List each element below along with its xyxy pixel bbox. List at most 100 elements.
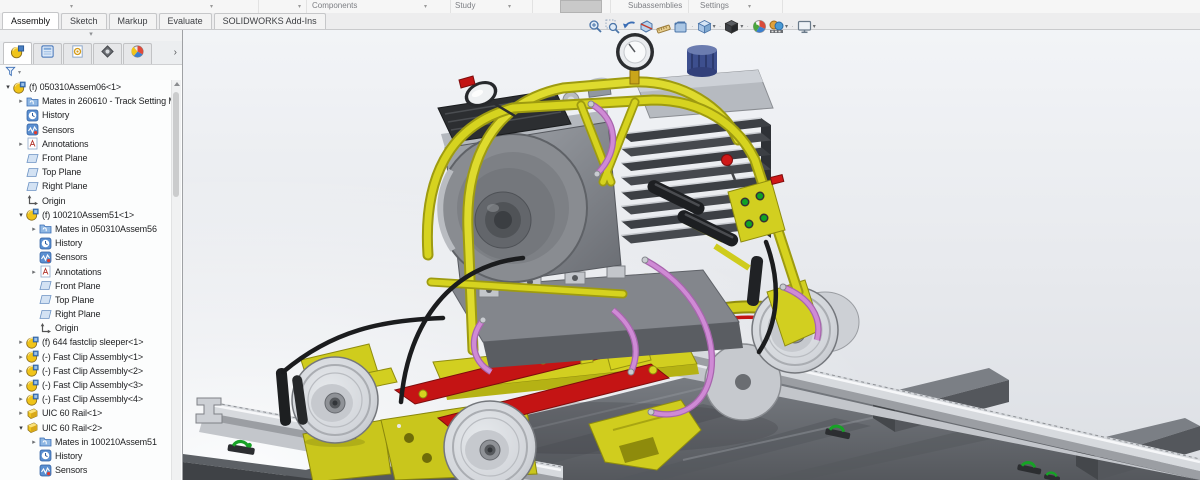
tree-item[interactable]: Front Plane <box>0 151 182 165</box>
annotations-icon <box>39 265 52 278</box>
apply-scene-gallery-icon[interactable] <box>769 19 784 34</box>
panel-tab-featuremanager[interactable] <box>3 42 32 64</box>
panel-tab-propertymanager[interactable] <box>33 43 62 64</box>
tree-item[interactable]: ▸Mates in 100210Assem51 <box>0 435 182 449</box>
tree-item[interactable]: ▸(-) Fast Clip Assembly<1> <box>0 350 182 364</box>
tree-item[interactable]: ▸Annotations <box>0 264 182 278</box>
tree-item[interactable]: ▸Annotations <box>0 137 182 151</box>
apply-scene-gallery-dropdown-caret-icon[interactable]: ▾ <box>785 23 788 30</box>
toolbar-separator: · <box>719 23 722 31</box>
tree-item[interactable]: Sensors <box>0 463 182 477</box>
view-settings-icon[interactable] <box>797 19 812 34</box>
panel-tab-overflow-chevron-icon[interactable]: › <box>174 48 177 58</box>
tree-item[interactable]: ▾UIC 60 Rail<2> <box>0 421 182 435</box>
tree-item[interactable]: Origin <box>0 194 182 208</box>
tree-item[interactable]: ▸UIC 60 Rail<1> <box>0 406 182 420</box>
history-icon <box>26 109 39 122</box>
tree-expand-arrow-icon[interactable]: ▸ <box>16 338 26 346</box>
tree-expand-arrow-icon[interactable]: ▾ <box>16 211 26 219</box>
ribbon-group-separator <box>782 0 783 13</box>
tree-item[interactable]: Top Plane <box>0 165 182 179</box>
edit-appearance-icon[interactable] <box>752 19 767 34</box>
tree-expand-arrow-icon[interactable]: ▸ <box>16 367 26 375</box>
display-style-icon[interactable] <box>724 19 739 34</box>
tree-item[interactable]: ▸ Mates in 050310Assem56 <box>0 222 182 236</box>
tree-item[interactable]: ▸(-) Fast Clip Assembly<3> <box>0 378 182 392</box>
tree-item-label: Mates in 050310Assem56 <box>55 224 157 234</box>
filter-funnel-icon[interactable] <box>5 64 16 82</box>
red-lever-knob[interactable] <box>722 155 733 166</box>
ribbon-dropdown-caret-icon[interactable]: ▾ <box>298 3 301 10</box>
tree-item[interactable]: Origin <box>0 321 182 335</box>
ribbon-dropdown-caret-icon[interactable]: ▾ <box>210 3 213 10</box>
ribbon-button-label-settings[interactable]: Settings <box>700 1 729 10</box>
tab-evaluate[interactable]: Evaluate <box>159 13 212 29</box>
tree-item-label: Top Plane <box>55 295 94 305</box>
tree-scrollbar[interactable] <box>171 80 181 480</box>
tree-item[interactable]: ▾(f) 100210Assem51<1> <box>0 208 182 222</box>
zoom-to-fit-icon[interactable] <box>588 19 603 34</box>
sensors-icon <box>39 464 52 477</box>
tree-item[interactable]: Front Plane <box>0 279 182 293</box>
tree-expand-arrow-icon[interactable]: ▸ <box>16 381 26 389</box>
panel-collapse-caret-icon[interactable]: ▾ <box>0 30 182 41</box>
display-style-dropdown-caret-icon[interactable]: ▾ <box>740 23 743 30</box>
zoom-to-area-icon[interactable] <box>605 19 620 34</box>
tab-solidworks-add-ins[interactable]: SOLIDWORKS Add-Ins <box>214 13 326 29</box>
tree-item[interactable]: ▸(f) 644 fastclip sleeper<1> <box>0 335 182 349</box>
ribbon-dropdown-caret-icon[interactable]: ▾ <box>748 3 751 10</box>
tree-item[interactable]: History <box>0 108 182 122</box>
tree-item[interactable]: ▸(-) Fast Clip Assembly<2> <box>0 364 182 378</box>
apply-scene-icon[interactable] <box>673 19 688 34</box>
ribbon-button-label-subassemblies[interactable]: Subassemblies <box>628 1 682 10</box>
view-orientation-icon[interactable] <box>697 19 712 34</box>
tree-item[interactable]: Right Plane <box>0 179 182 193</box>
tree-expand-arrow-icon[interactable]: ▸ <box>29 438 39 446</box>
tree-item[interactable]: ▾(f) 050310Assem06<1> <box>0 80 182 94</box>
mates-icon <box>26 95 39 108</box>
tree-item[interactable]: Sensors <box>0 250 182 264</box>
tree-item[interactable]: Top Plane <box>0 293 182 307</box>
tree-expand-arrow-icon[interactable]: ▸ <box>16 140 26 148</box>
panel-tab-configurationmanager[interactable] <box>63 43 92 64</box>
tab-markup[interactable]: Markup <box>109 13 157 29</box>
scrollbar-thumb[interactable] <box>173 92 179 197</box>
panel-tab-displaymanager[interactable] <box>123 43 152 64</box>
tree-item[interactable]: Right Plane <box>0 307 182 321</box>
blue-breather-cap[interactable] <box>687 45 717 77</box>
ribbon-dropdown-caret-icon[interactable]: ▾ <box>508 3 511 10</box>
tree-expand-arrow-icon[interactable]: ▸ <box>16 353 26 361</box>
tree-item[interactable]: ▸Mates in 260610 - Track Setting Ma <box>0 94 182 108</box>
ribbon-dropdown-caret-icon[interactable]: ▾ <box>424 3 427 10</box>
filter-caret-icon[interactable]: ▾ <box>18 69 21 76</box>
tree-item[interactable]: History <box>0 449 182 463</box>
tree-expand-arrow-icon[interactable]: ▸ <box>16 395 26 403</box>
graphics-viewport[interactable] <box>183 30 1200 480</box>
tree-expand-arrow-icon[interactable]: ▸ <box>16 97 26 105</box>
tree-expand-arrow-icon[interactable]: ▾ <box>3 83 13 91</box>
tab-sketch[interactable]: Sketch <box>61 13 107 29</box>
view-settings-dropdown-caret-icon[interactable]: ▾ <box>813 23 816 30</box>
ribbon-pressed-button[interactable] <box>560 0 602 13</box>
sensors-icon <box>39 251 52 264</box>
tree-expand-arrow-icon[interactable]: ▾ <box>16 424 26 432</box>
section-view-icon[interactable] <box>639 19 654 34</box>
tab-assembly[interactable]: Assembly <box>2 12 59 29</box>
tree-expand-arrow-icon[interactable]: ▸ <box>29 225 39 233</box>
ribbon-button-label-study[interactable]: Study <box>455 1 475 10</box>
cad-scene[interactable] <box>183 30 1200 480</box>
ribbon-button-label-components[interactable]: Components <box>312 1 357 10</box>
tree-expand-arrow-icon[interactable]: ▸ <box>29 268 39 276</box>
tree-item[interactable]: ▸(-) Fast Clip Assembly<4> <box>0 392 182 406</box>
scrollbar-up-arrow-icon[interactable] <box>174 82 180 86</box>
previous-view-icon[interactable] <box>622 19 637 34</box>
view-orientation-dropdown-caret-icon[interactable]: ▾ <box>713 23 716 30</box>
tree-item[interactable]: Sensors <box>0 123 182 137</box>
tree-item-label: Sensors <box>55 465 87 475</box>
panel-tab-dimxpertmanager[interactable] <box>93 43 122 64</box>
tree-item-label: Origin <box>42 196 65 206</box>
measure-icon[interactable] <box>656 19 671 34</box>
tree-item[interactable]: History <box>0 236 182 250</box>
tree-expand-arrow-icon[interactable]: ▸ <box>16 409 26 417</box>
ribbon-dropdown-caret-icon[interactable]: ▾ <box>70 3 73 10</box>
